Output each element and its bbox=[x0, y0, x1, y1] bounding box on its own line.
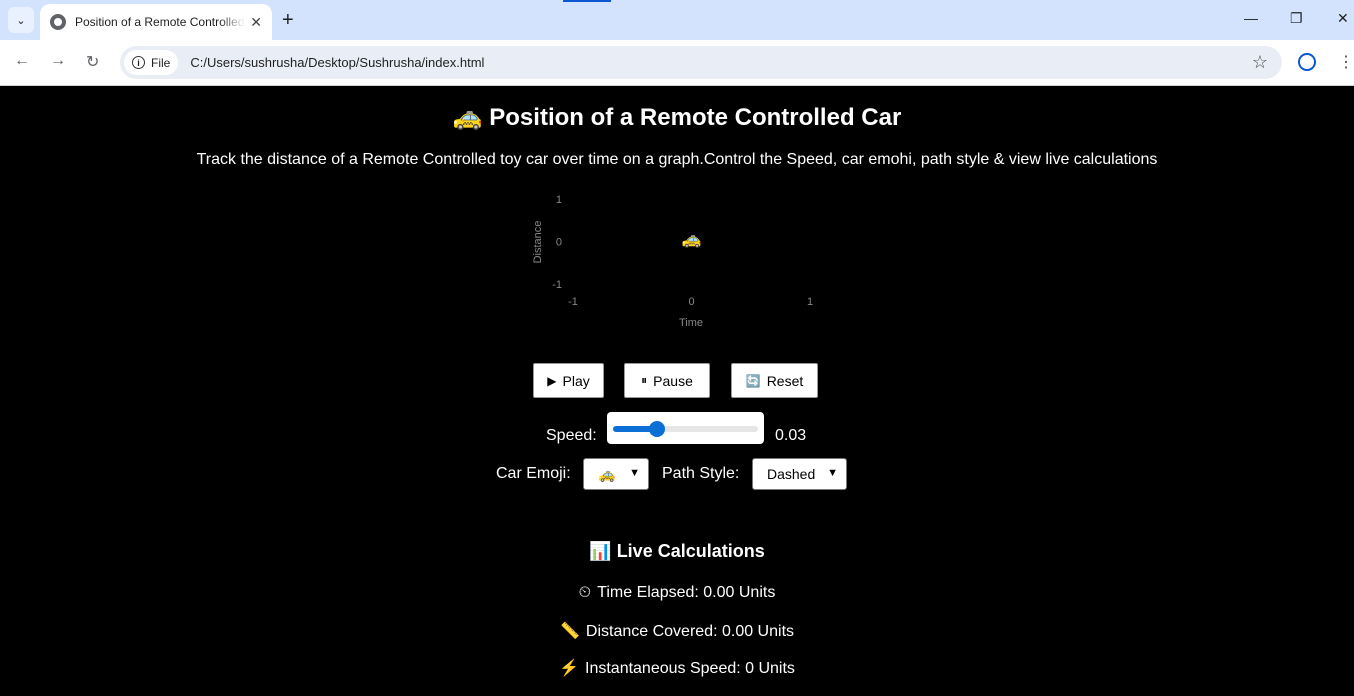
security-chip-label: File bbox=[151, 55, 171, 70]
time-elapsed-text: Time Elapsed: 0.00 Units bbox=[597, 584, 776, 601]
minimize-button[interactable]: — bbox=[1244, 10, 1258, 26]
playback-controls: ▶ Play ⏸ Pause 🔄 Reset bbox=[0, 363, 1354, 399]
close-tab-icon[interactable]: ✕ bbox=[250, 14, 262, 31]
reset-label: Reset bbox=[766, 372, 804, 389]
play-label: Play bbox=[562, 372, 590, 389]
speed-value: 0.03 bbox=[775, 427, 807, 444]
reload-button[interactable]: ↻ bbox=[86, 52, 99, 72]
x-tick-label: 1 bbox=[807, 296, 813, 308]
path-style-selected: Dashed bbox=[767, 466, 816, 482]
info-icon: i bbox=[132, 56, 145, 69]
path-style-select[interactable]: Dashed ▼ bbox=[752, 458, 847, 490]
menu-kebab-icon[interactable]: ⋮ bbox=[1338, 52, 1354, 72]
y-tick-label: 0 bbox=[556, 237, 562, 249]
play-button[interactable]: ▶ Play bbox=[533, 363, 604, 398]
site-info-chip[interactable]: i File bbox=[124, 50, 179, 75]
ruler-icon: 📏 bbox=[559, 623, 580, 640]
restore-button[interactable]: ❐ bbox=[1290, 10, 1303, 27]
bookmark-star-icon[interactable]: ☆ bbox=[1252, 52, 1268, 73]
x-axis-label: Time bbox=[679, 317, 703, 329]
profile-icon[interactable] bbox=[1298, 53, 1316, 71]
pause-label: Pause bbox=[653, 372, 693, 389]
speed-slider[interactable] bbox=[607, 412, 764, 444]
x-tick-label: -1 bbox=[568, 296, 578, 308]
car-marker-point: 🚕 bbox=[682, 232, 702, 249]
instantaneous-speed: ⚡ Instantaneous Speed: 0 Units bbox=[0, 658, 1354, 678]
car-emoji-select[interactable]: 🚕 ▼ bbox=[583, 458, 649, 490]
car-emoji-label: Car Emoji: bbox=[496, 465, 571, 482]
bar-chart-icon: 📊 bbox=[589, 541, 612, 561]
browser-tab-strip: ⌄ Position of a Remote Controlled Car ✕ … bbox=[0, 0, 1354, 40]
speed-slider-track bbox=[613, 421, 758, 437]
back-button[interactable]: ← bbox=[14, 52, 30, 70]
lightning-icon: ⚡ bbox=[559, 660, 579, 677]
y-tick-label: 1 bbox=[556, 194, 562, 206]
globe-icon bbox=[50, 14, 66, 30]
pause-button[interactable]: ⏸ Pause bbox=[624, 363, 710, 398]
car-emoji-selected: 🚕 bbox=[598, 465, 616, 482]
live-calculations-title-text: Live Calculations bbox=[616, 541, 765, 561]
browser-toolbar: ← → ↻ i File C:/Users/sushrusha/Desktop/… bbox=[0, 40, 1354, 86]
browser-tab-active[interactable]: Position of a Remote Controlled Car ✕ bbox=[40, 4, 272, 40]
path-style-label: Path Style: bbox=[662, 465, 740, 482]
speed-slider-thumb[interactable] bbox=[648, 421, 665, 437]
page-content: 🚕 Position of a Remote Controlled Car Tr… bbox=[0, 87, 1354, 696]
tab-title: Position of a Remote Controlled Car bbox=[75, 15, 245, 29]
new-tab-button[interactable]: + bbox=[282, 8, 294, 32]
pause-icon: ⏸ bbox=[641, 373, 648, 387]
x-tick-label: 0 bbox=[688, 296, 694, 308]
distance-time-chart: Distance Time -1 0 1 1 0 -1 🚕 bbox=[532, 194, 813, 329]
y-tick-label: -1 bbox=[552, 279, 562, 291]
page-subtitle: Track the distance of a Remote Controlle… bbox=[196, 151, 1158, 168]
page-title: 🚕 Position of a Remote Controlled Car bbox=[0, 103, 1354, 132]
distance-covered: 📏 Distance Covered: 0.00 Units bbox=[0, 621, 1354, 641]
speed-label: Speed: bbox=[546, 427, 597, 444]
forward-button[interactable]: → bbox=[50, 52, 66, 70]
address-bar[interactable]: i File C:/Users/sushrusha/Desktop/Sushru… bbox=[120, 46, 1282, 79]
y-axis-label: Distance bbox=[532, 221, 544, 264]
reset-button[interactable]: 🔄 Reset bbox=[731, 363, 818, 398]
tab-strip-indicator bbox=[563, 0, 611, 2]
reset-icon: 🔄 bbox=[745, 373, 761, 388]
timer-icon: ⏲ bbox=[578, 584, 592, 601]
play-icon: ▶ bbox=[547, 373, 557, 388]
chevron-down-icon: ▼ bbox=[629, 467, 640, 479]
page-title-text: Position of a Remote Controlled Car bbox=[489, 104, 902, 131]
chevron-down-icon: ▼ bbox=[827, 467, 838, 479]
taxi-icon: 🚕 bbox=[452, 104, 483, 131]
window-close-button[interactable]: ✕ bbox=[1337, 10, 1349, 27]
instantaneous-speed-text: Instantaneous Speed: 0 Units bbox=[585, 660, 795, 677]
distance-covered-text: Distance Covered: 0.00 Units bbox=[585, 623, 795, 640]
time-elapsed: ⏲ Time Elapsed: 0.00 Units bbox=[0, 584, 1354, 602]
live-calculations-title: 📊 Live Calculations bbox=[0, 541, 1354, 562]
chevron-down-icon: ⌄ bbox=[16, 14, 26, 27]
tab-search-button[interactable]: ⌄ bbox=[8, 7, 34, 33]
url-text[interactable]: C:/Users/sushrusha/Desktop/Sushrusha/ind… bbox=[190, 55, 484, 70]
